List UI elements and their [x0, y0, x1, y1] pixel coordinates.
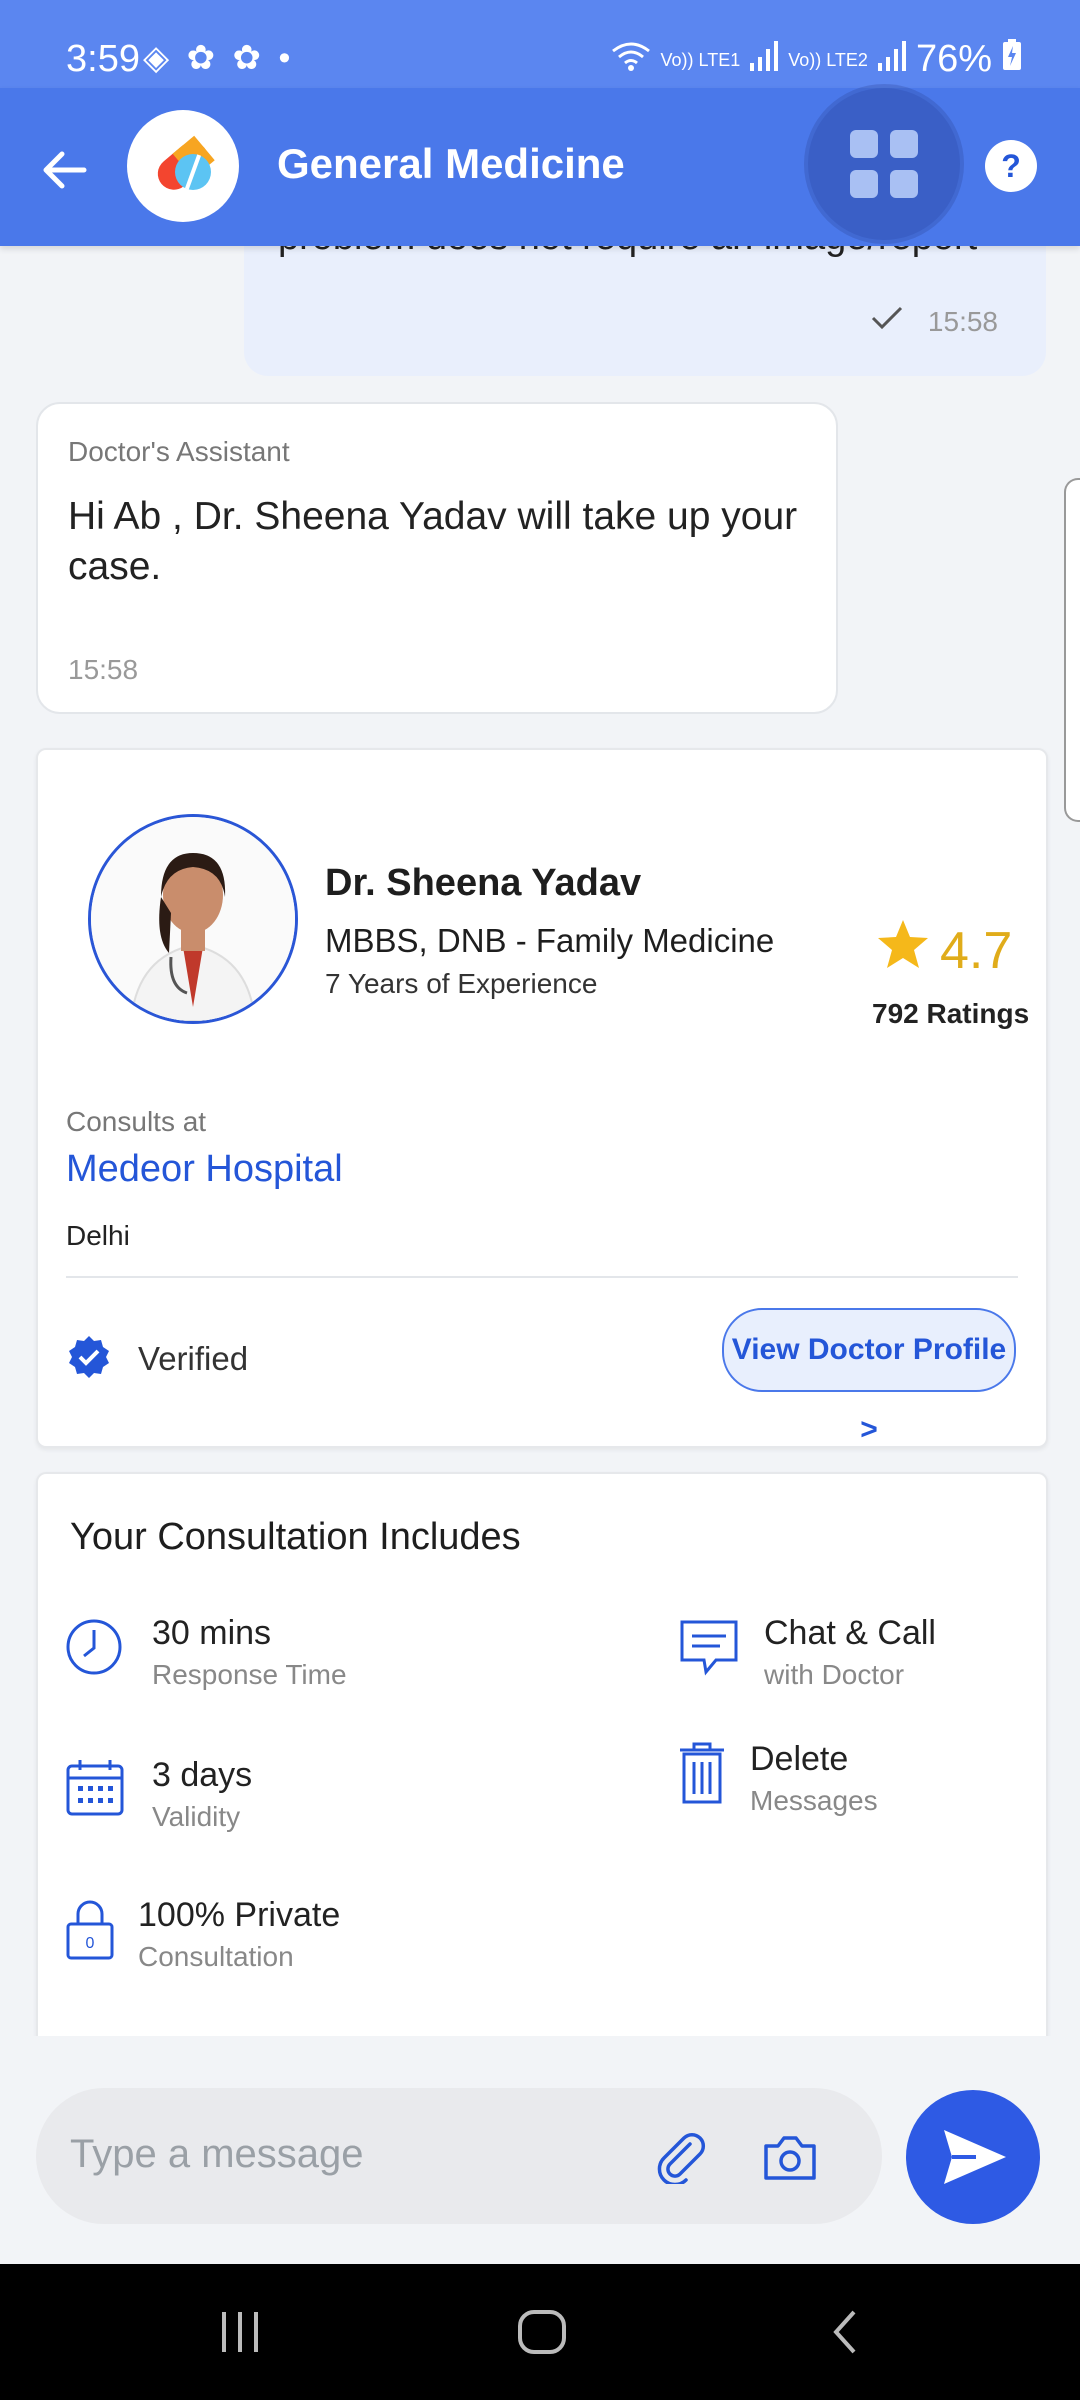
battery-icon — [1002, 38, 1022, 81]
recent-apps-icon[interactable] — [210, 2308, 270, 2356]
help-button[interactable]: ? — [985, 140, 1037, 192]
send-button[interactable] — [906, 2090, 1040, 2224]
check-icon — [870, 305, 904, 338]
ratings-count: 792 Ratings — [872, 998, 1030, 1029]
attachment-icon[interactable] — [656, 2132, 708, 2187]
feature-sub: Consultation — [138, 1941, 294, 1972]
view-doctor-profile-button[interactable]: View Doctor Profile > — [722, 1308, 1016, 1446]
notification-icons: ◈ ✿ ✿ • — [143, 39, 295, 77]
status-time: 3:59 — [66, 38, 140, 80]
send-icon — [906, 2130, 1040, 2228]
feature-main: 100% Private — [138, 1896, 341, 1934]
trash-icon — [676, 1740, 728, 1806]
received-message-text: Hi Ab , Dr. Sheena Yadav will take up yo… — [68, 495, 798, 588]
feature-private: 0 100% Private Consultation — [64, 1896, 340, 1973]
message-input[interactable]: Type a message — [70, 2132, 364, 2177]
home-icon[interactable] — [512, 2308, 572, 2356]
sent-message-time: 15:58 — [927, 305, 998, 337]
grid-menu-button[interactable] — [808, 88, 960, 240]
feature-main: 30 mins — [152, 1614, 272, 1652]
battery-percent: 76% — [915, 38, 992, 80]
status-bar: 3:59 ◈ ✿ ✿ • Vo)) LTE1 Vo)) LTE2 76% — [0, 0, 1080, 88]
feature-main: Delete — [750, 1740, 849, 1778]
app-logo — [127, 110, 239, 222]
feature-response-time: 30 mins Response Time — [64, 1614, 347, 1691]
feature-sub: with Doctor — [764, 1659, 905, 1690]
star-icon — [876, 918, 930, 983]
consults-at-label: Consults at — [66, 1106, 207, 1137]
back-nav-icon[interactable] — [814, 2308, 874, 2356]
clock-icon — [64, 1614, 130, 1680]
feature-validity: 3 days Validity — [64, 1756, 252, 1833]
chat-area[interactable]: problem does not require an image/report… — [0, 246, 1080, 2036]
consultation-title: Your Consultation Includes — [70, 1516, 521, 1558]
doctor-avatar — [88, 814, 298, 1024]
feature-main: Chat & Call — [764, 1614, 936, 1652]
sent-message-meta: 15:58 — [870, 305, 998, 338]
signal-icon-1 — [750, 38, 779, 81]
rating-value: 4.7 — [940, 921, 1013, 980]
doctor-card: Dr. Sheena Yadav MBBS, DNB - Family Medi… — [36, 748, 1048, 1448]
chat-icon — [676, 1614, 742, 1680]
wifi-icon — [611, 38, 651, 81]
svg-text:0: 0 — [86, 1935, 95, 1952]
feature-main: 3 days — [152, 1756, 253, 1794]
doctor-name: Dr. Sheena Yadav — [325, 862, 642, 904]
doctor-experience: 7 Years of Experience — [325, 968, 598, 999]
feature-sub: Response Time — [152, 1659, 347, 1690]
camera-icon[interactable] — [762, 2132, 818, 2184]
verified-badge-icon — [66, 1334, 112, 1380]
calendar-icon — [64, 1756, 130, 1822]
sent-message-text: problem does not require an image/report — [278, 246, 977, 259]
system-nav-bar — [0, 2264, 1080, 2400]
feature-delete-messages: Delete Messages — [676, 1740, 878, 1817]
received-message-time: 15:58 — [68, 654, 139, 685]
network-2: Vo)) LTE2 — [788, 49, 868, 70]
doctor-rating: 4.7 — [876, 918, 1012, 983]
feature-chat-call: Chat & Call with Doctor — [676, 1614, 936, 1691]
network-1: Vo)) LTE1 — [660, 49, 741, 70]
back-arrow-icon[interactable] — [36, 140, 96, 200]
lock-icon: 0 — [64, 1896, 116, 1962]
sent-message: problem does not require an image/report… — [244, 246, 1046, 376]
divider — [66, 1276, 1018, 1278]
feature-sub: Validity — [152, 1801, 241, 1832]
doctor-qualification: MBBS, DNB - Family Medicine — [325, 922, 775, 959]
message-composer[interactable]: Type a message — [36, 2088, 882, 2224]
signal-icon-2 — [877, 38, 906, 81]
scroll-handle[interactable] — [1064, 478, 1080, 822]
message-sender: Doctor's Assistant — [68, 436, 290, 467]
hospital-name[interactable]: Medeor Hospital — [66, 1148, 343, 1191]
received-message: Doctor's Assistant Hi Ab , Dr. Sheena Ya… — [36, 402, 838, 714]
feature-sub: Messages — [750, 1785, 878, 1816]
consultation-card: Your Consultation Includes 30 mins Respo… — [36, 1472, 1048, 2036]
status-right: Vo)) LTE1 Vo)) LTE2 76% — [611, 38, 1022, 81]
app-bar: General Medicine ? — [0, 88, 1080, 246]
verified-label: Verified — [138, 1340, 249, 1377]
page-title: General Medicine — [277, 140, 625, 187]
hospital-city: Delhi — [66, 1220, 130, 1251]
